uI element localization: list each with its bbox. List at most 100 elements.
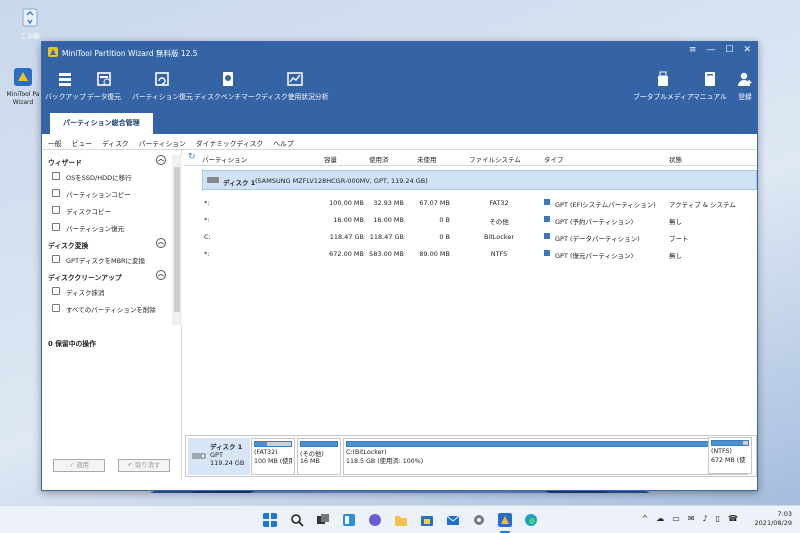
toolbar-manual-button[interactable]: マニュアル [693, 71, 727, 101]
col-filesystem[interactable]: ファイルシステム [469, 154, 521, 164]
menu-bar: 一般 ビュー ディスク パーティション ダイナミックディスク ヘルプ [42, 134, 757, 150]
task-view-icon[interactable] [316, 513, 330, 527]
disk-map-name: ディスク 1 [210, 443, 243, 451]
menu-icon[interactable]: ≡ [689, 45, 697, 55]
cell-type: GPT (データパーティション) [555, 235, 640, 243]
edge-icon[interactable] [524, 513, 538, 527]
toolbar-partition-recovery-button[interactable]: パーティション復元 [132, 71, 193, 101]
table-row[interactable]: *: 672.00 MB 583.00 MB 89.00 MB NTFS GPT… [184, 245, 757, 262]
settings-icon[interactable] [472, 513, 486, 527]
onedrive-icon[interactable]: ☁ [656, 514, 664, 523]
col-partition[interactable]: パーティション [202, 154, 247, 164]
minitool-taskbar-icon[interactable] [498, 513, 512, 527]
maximize-button[interactable]: ☐ [725, 45, 733, 55]
partition-color-icon [544, 250, 550, 256]
toolbar-register-label: 登録 [738, 93, 752, 101]
sidebar-item-delete-all[interactable]: すべてのパーティションを削除 [42, 300, 172, 317]
col-status[interactable]: 状態 [669, 154, 682, 164]
cell-partition: *: [204, 250, 210, 258]
table-row[interactable]: *: 100.00 MB 32.93 MB 67.07 MB FAT32 GPT… [184, 194, 757, 211]
section-wizard[interactable]: ウィザード ︿ [42, 153, 172, 168]
search-icon[interactable] [290, 513, 304, 527]
menu-general[interactable]: 一般 [48, 138, 62, 148]
col-unused[interactable]: 未使用 [417, 154, 437, 164]
window-controls: ≡ — ☐ ✕ [689, 45, 751, 55]
usage-fill [347, 442, 744, 446]
menu-dynamic-disk[interactable]: ダイナミックディスク [196, 138, 263, 148]
tab-partition-management[interactable]: パーティション総合管理 [50, 113, 153, 134]
disk-benchmark-icon [222, 72, 233, 86]
start-icon[interactable] [263, 513, 277, 527]
toolbar-disk-benchmark-button[interactable]: ディスクベンチマーク [194, 71, 262, 101]
segment-detail: 16 MB [300, 458, 320, 465]
section-convert[interactable]: ディスク変換 ︿ [42, 236, 172, 251]
partition-table: ↻ パーティション 容量 使用済 未使用 ファイルシステム タイプ 状態 ディス… [184, 150, 757, 260]
sidebar-item-copy-partition[interactable]: パーティションコピー [42, 185, 172, 202]
disk-row[interactable]: ディスク 1 (SAMSUNG MZFLV128HCGR-000MV, GPT,… [202, 170, 757, 190]
cell-used: 118.47 GB [369, 233, 404, 241]
toolbar-backup-button[interactable]: バックアップ [45, 71, 86, 101]
scrollbar-thumb[interactable] [174, 167, 180, 312]
tray-overflow-icon[interactable]: ^ [642, 514, 649, 523]
close-button[interactable]: ✕ [743, 45, 751, 55]
system-tray: ^ ☁ ▭ ✉ ♪ ▯ ☎ [642, 514, 738, 523]
partition-recovery-small-icon [52, 223, 60, 231]
tray-device-icon[interactable]: ▭ [672, 514, 680, 523]
toolbar-space-analyzer-button[interactable]: ディスク使用状況分析 [261, 71, 329, 101]
sidebar-item-migrate-os[interactable]: OSをSSD/HDDに移行 [42, 168, 172, 185]
sidebar: ウィザード ︿ OSをSSD/HDDに移行 パーティションコピー ディスクコピー … [42, 150, 182, 480]
col-capacity[interactable]: 容量 [324, 154, 337, 164]
collapse-icon[interactable]: ︿ [156, 270, 166, 280]
minitool-shortcut[interactable]: MiniTool Pa Wizard [4, 66, 42, 106]
toolbar-bootable-media-button[interactable]: ブータブルメディア [633, 71, 694, 101]
sidebar-item-partition-recovery[interactable]: パーティション復元 [42, 219, 172, 236]
menu-disk[interactable]: ディスク [102, 138, 129, 148]
refresh-icon[interactable]: ↻ [188, 152, 196, 162]
tray-message-icon[interactable]: ✉ [688, 514, 695, 523]
sidebar-item-gpt-to-mbr[interactable]: GPTディスクをMBRに変換 [42, 251, 172, 268]
table-row[interactable]: *: 16.00 MB 16.00 MB 0 B その他 GPT (予約パーティ… [184, 211, 757, 228]
col-used[interactable]: 使用済 [369, 154, 389, 164]
battery-icon[interactable]: ▯ [716, 514, 720, 523]
volume-icon[interactable]: ♪ [703, 514, 708, 523]
store-icon[interactable] [420, 513, 434, 527]
usage-bar [300, 441, 338, 447]
disk-map-segment-other[interactable]: (その他) 16 MB [297, 438, 341, 475]
menu-help[interactable]: ヘルプ [273, 138, 293, 148]
chat-icon[interactable] [368, 513, 382, 527]
menu-view[interactable]: ビュー [72, 138, 92, 148]
toolbar-data-recovery-button[interactable]: データ復元 [87, 71, 121, 101]
clock[interactable]: 7:03 2021/08/29 [755, 510, 792, 528]
sidebar-scrollbar[interactable] [172, 155, 182, 325]
mail-icon[interactable] [446, 513, 460, 527]
toolbar-bootable-media-label: ブータブルメディア [633, 93, 694, 101]
section-cleanup-title: ディスククリーンアップ [48, 274, 122, 282]
apply-button[interactable]: ✓ 適用 [53, 459, 105, 472]
table-row[interactable]: C: 118.47 GB 118.47 GB 0 B BitLocker GPT… [184, 228, 757, 245]
disk-map-style: GPT [210, 451, 223, 459]
file-explorer-icon[interactable] [394, 513, 408, 527]
section-cleanup[interactable]: ディスククリーンアップ ︿ [42, 268, 172, 283]
disk-map-segment-c[interactable]: C:(BitLocker) 118.5 GB (使用済: 100%) [343, 438, 748, 475]
sidebar-item-wipe-disk[interactable]: ディスク抹消 [42, 283, 172, 300]
menu-partition[interactable]: パーティション [139, 138, 186, 148]
disk-map-segment-fat32[interactable]: (FAT32) 100 MB (使用 [251, 438, 295, 475]
disk-map-segment-ntfs[interactable]: (NTFS) 672 MB (使 [708, 437, 752, 474]
recycle-bin[interactable]: ごみ箱 [8, 6, 52, 40]
widgets-icon[interactable] [342, 513, 356, 527]
cell-filesystem: その他 [489, 218, 509, 226]
sidebar-item-label: OSをSSD/HDDに移行 [66, 174, 132, 182]
toolbar-register-button[interactable]: 登録 [737, 71, 753, 101]
disk-map-info[interactable]: ディスク 1 GPT 119.24 GB [188, 438, 250, 475]
collapse-icon[interactable]: ︿ [156, 155, 166, 165]
title-bar: MiniTool Partition Wizard 無料版 12.5 ≡ — ☐… [42, 42, 757, 134]
collapse-icon[interactable]: ︿ [156, 238, 166, 248]
sidebar-item-copy-disk[interactable]: ディスクコピー [42, 202, 172, 219]
phone-icon[interactable]: ☎ [728, 514, 738, 523]
cell-status: 無し [669, 218, 682, 226]
col-type[interactable]: タイプ [544, 154, 564, 164]
bootable-media-icon [658, 71, 669, 86]
undo-button[interactable]: ↶ 取り消す [118, 459, 170, 472]
cell-type: GPT (EFIシステムパーティション) [555, 201, 656, 209]
minimize-button[interactable]: — [706, 45, 715, 55]
